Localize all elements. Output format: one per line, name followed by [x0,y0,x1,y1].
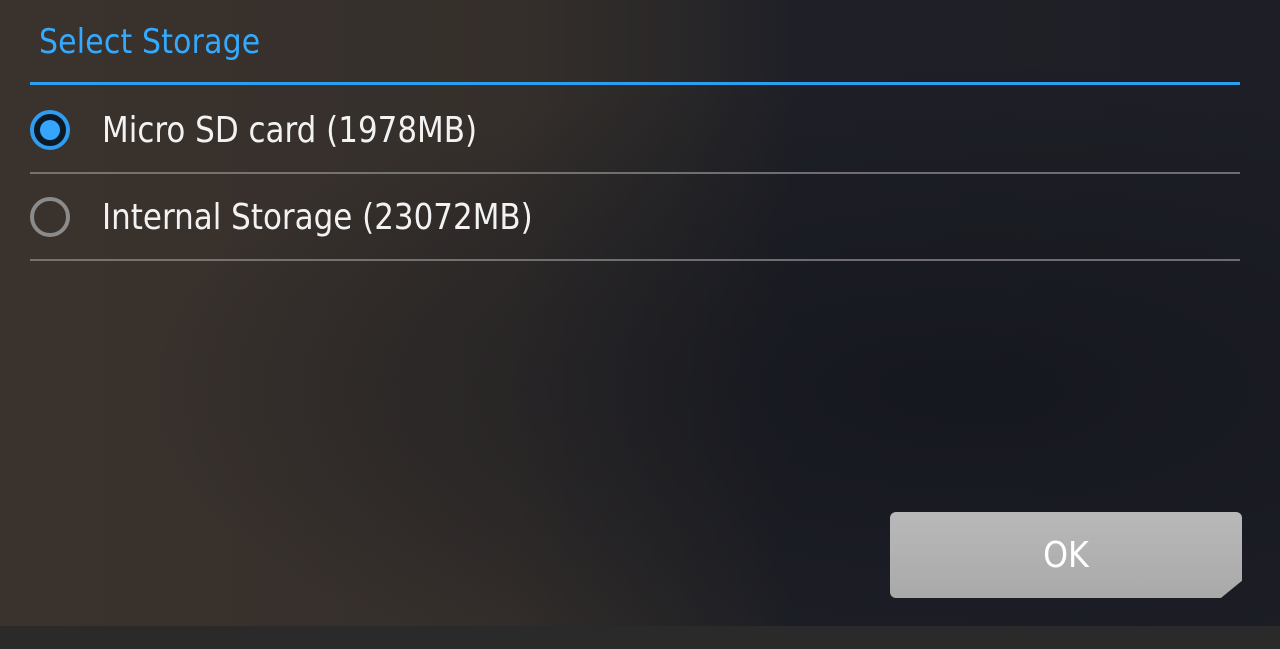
ok-button-label: OK [1043,534,1089,576]
title-divider [30,82,1240,85]
storage-option-label: Internal Storage (23072MB) [102,197,533,238]
select-storage-dialog: Select Storage Micro SD card (1978MB) In… [0,0,1280,626]
storage-option-internal[interactable]: Internal Storage (23072MB) [30,175,1240,261]
storage-option-label: Micro SD card (1978MB) [102,110,478,151]
screen: Select Storage Micro SD card (1978MB) In… [0,0,1280,649]
ok-button[interactable]: OK [890,512,1242,598]
radio-checked-icon[interactable] [30,110,70,150]
radio-unchecked-icon[interactable] [30,197,70,237]
dialog-title: Select Storage [39,22,261,62]
storage-option-micro-sd[interactable]: Micro SD card (1978MB) [30,88,1240,174]
row-divider [30,259,1240,261]
bottom-bar [0,626,1280,649]
row-divider [30,172,1240,174]
